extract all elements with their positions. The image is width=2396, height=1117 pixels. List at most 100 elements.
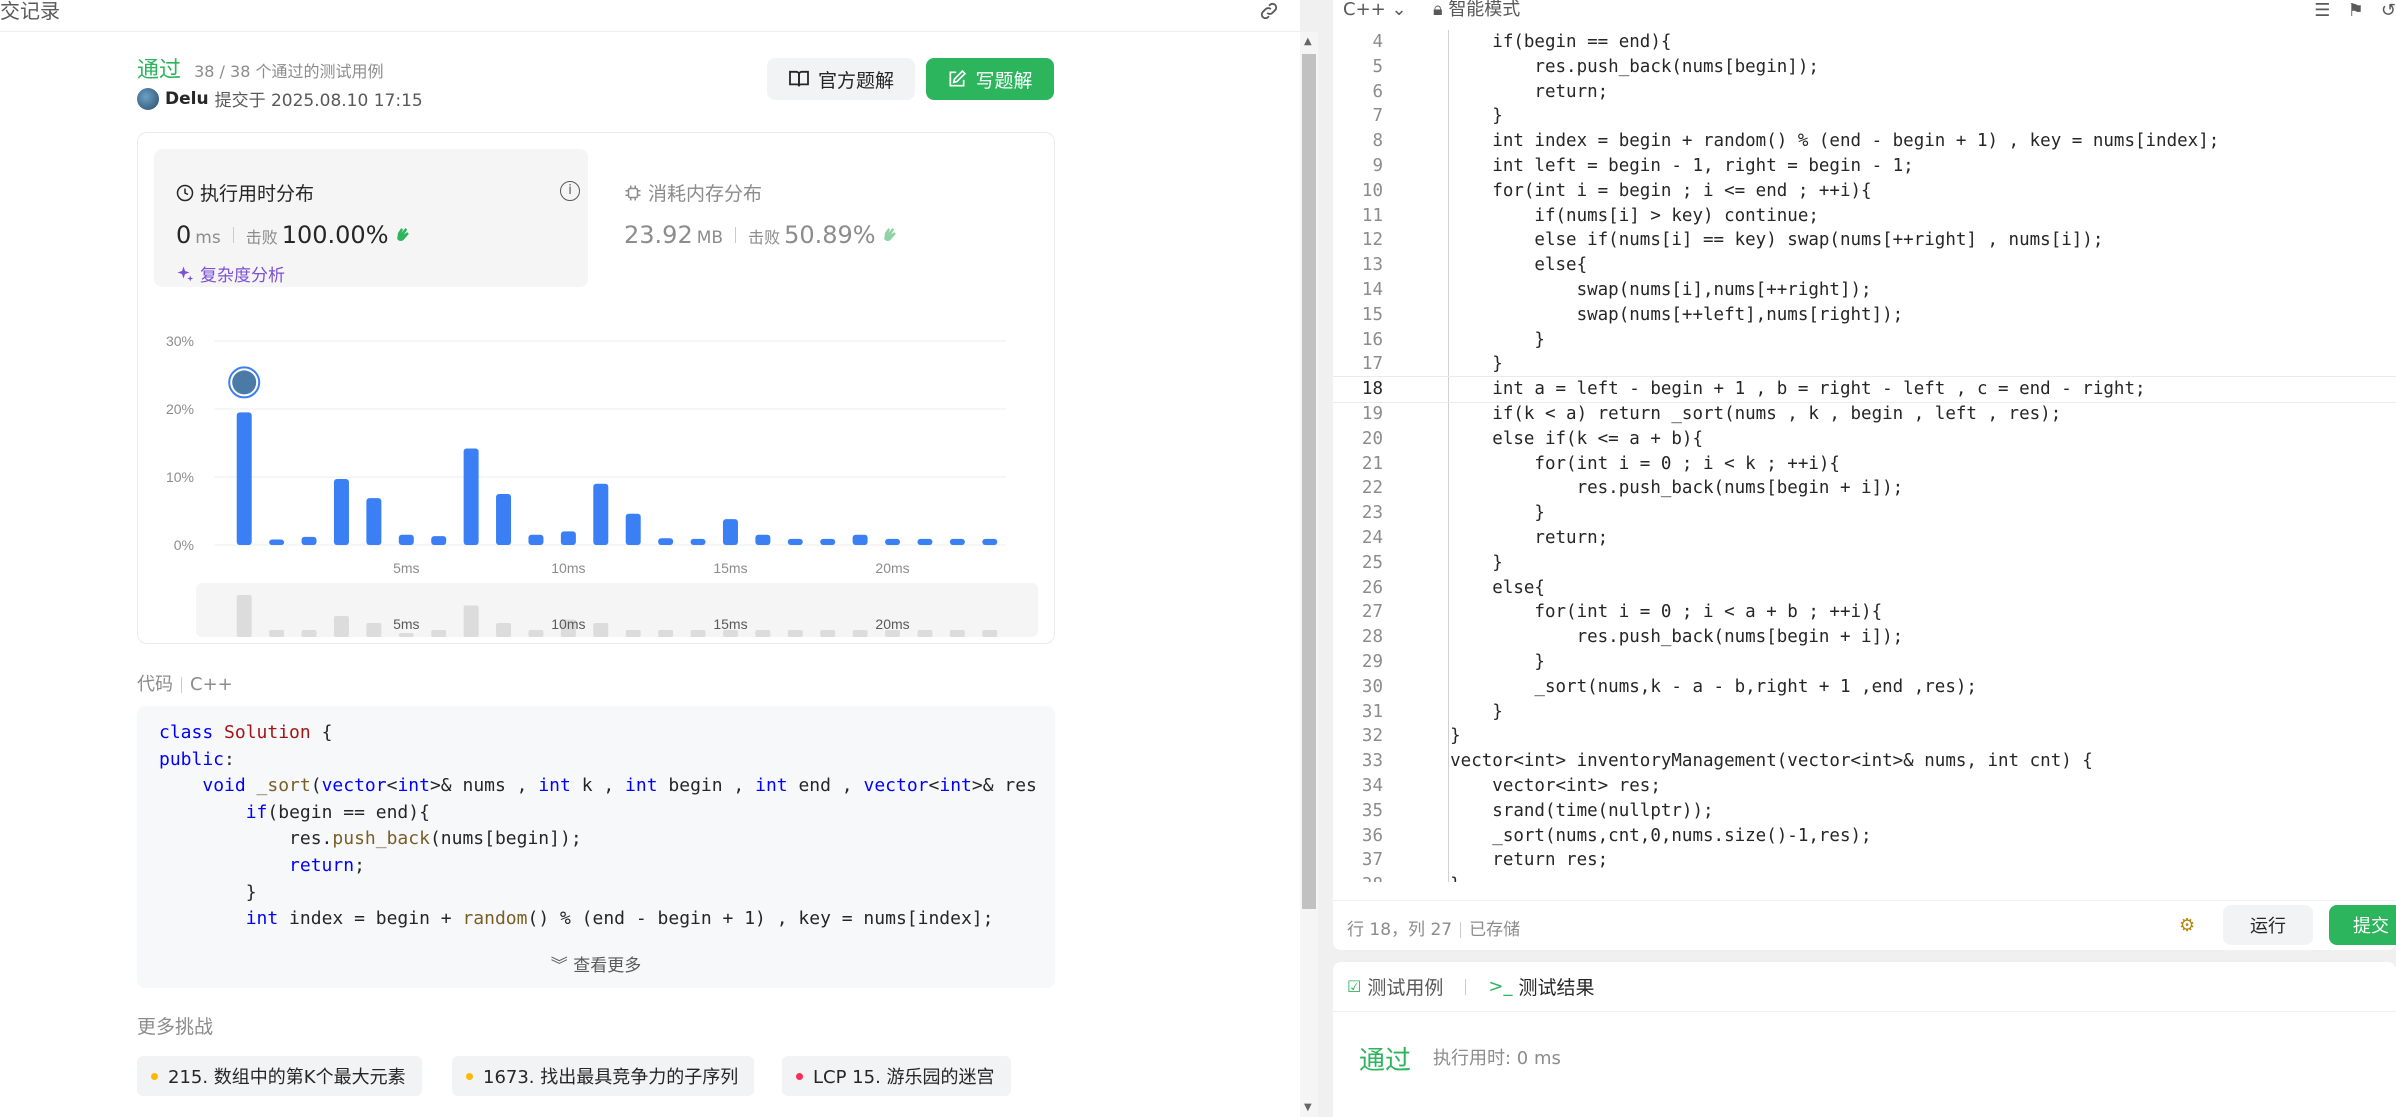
- see-more-button[interactable]: ︾ 查看更多: [137, 951, 1055, 976]
- code-line[interactable]: 12 else if(nums[i] == key) swap(nums[++r…: [1333, 228, 2396, 253]
- runtime-distribution-chart[interactable]: 30% 20% 10% 0% 5ms 10ms 15ms 20ms 5ms 10ms 15ms 20m…: [138, 293, 1056, 645]
- bar[interactable]: [496, 494, 512, 545]
- write-solution-button[interactable]: 写题解: [926, 58, 1054, 100]
- bar[interactable]: [431, 536, 447, 545]
- bar[interactable]: [236, 412, 252, 545]
- memory-box[interactable]: 消耗内存分布 23.92 MB 击败 50.89%: [612, 149, 1032, 287]
- tab-test-cases[interactable]: ☑ 测试用例: [1333, 973, 1457, 1000]
- code-line[interactable]: 28 res.push_back(nums[begin + i]);: [1333, 625, 2396, 650]
- code-line[interactable]: 22 res.push_back(nums[begin + i]);: [1333, 476, 2396, 501]
- scroll-up-icon[interactable]: ▲: [1304, 36, 1312, 47]
- bar[interactable]: [949, 538, 965, 545]
- language-select[interactable]: C++ ⌄: [1343, 0, 1407, 20]
- info-icon[interactable]: i: [560, 181, 580, 201]
- code-line[interactable]: 23 }: [1333, 501, 2396, 526]
- submitted-code-block[interactable]: class Solution { public: void _sort(vect…: [137, 706, 1055, 988]
- code-line[interactable]: 19 if(k < a) return _sort(nums , k , beg…: [1333, 402, 2396, 427]
- code-line[interactable]: 15 swap(nums[++left],nums[right]);: [1333, 303, 2396, 328]
- bar[interactable]: [852, 534, 868, 545]
- code-line[interactable]: 11 if(nums[i] > key) continue;: [1333, 204, 2396, 229]
- code-line[interactable]: 5 res.push_back(nums[begin]);: [1333, 55, 2396, 80]
- overview-bar: [820, 630, 836, 637]
- bar[interactable]: [885, 538, 901, 545]
- avatar[interactable]: [137, 87, 159, 110]
- code-line[interactable]: 8 int index = begin + random() % (end - …: [1333, 129, 2396, 154]
- debug-icon[interactable]: ⚙: [2179, 915, 2195, 936]
- code-line[interactable]: 37 return res;: [1333, 848, 2396, 873]
- code-line[interactable]: 6 return;: [1333, 80, 2396, 105]
- bar[interactable]: [658, 538, 674, 545]
- challenge-chip[interactable]: 215. 数组中的第K个最大元素: [137, 1056, 422, 1096]
- bar[interactable]: [528, 534, 544, 545]
- bar[interactable]: [917, 538, 933, 545]
- bar[interactable]: [982, 538, 998, 545]
- editor-code-area[interactable]: 4 if(begin == end){5 res.push_back(nums[…: [1333, 30, 2396, 882]
- run-button[interactable]: 运行: [2223, 905, 2313, 945]
- line-text: }: [1408, 726, 1461, 747]
- code-line[interactable]: 25 }: [1333, 551, 2396, 576]
- tab-test-result[interactable]: >_ 测试结果: [1474, 973, 1608, 1000]
- code-line[interactable]: 16 }: [1333, 328, 2396, 353]
- line-number: 31: [1361, 701, 1383, 722]
- official-solution-button[interactable]: 官方题解: [767, 58, 915, 100]
- code-line[interactable]: 7 }: [1333, 104, 2396, 129]
- code-line[interactable]: 18 int a = left - begin + 1 , b = right …: [1333, 376, 2396, 403]
- bar[interactable]: [755, 534, 771, 545]
- code-line[interactable]: 20 else if(k <= a + b){: [1333, 427, 2396, 452]
- bar[interactable]: [463, 448, 479, 545]
- smart-mode-toggle[interactable]: 🔒︎ 智能模式: [1433, 0, 1520, 20]
- bar[interactable]: [625, 513, 641, 545]
- bar[interactable]: [593, 483, 609, 545]
- bar[interactable]: [722, 519, 738, 545]
- code-line[interactable]: 32 }: [1333, 724, 2396, 749]
- submit-label: 提交: [2353, 916, 2389, 937]
- bar[interactable]: [366, 498, 382, 545]
- code-line[interactable]: 24 return;: [1333, 526, 2396, 551]
- bar[interactable]: [333, 479, 349, 545]
- complexity-analysis-link[interactable]: 复杂度分析: [176, 261, 285, 286]
- bar[interactable]: [269, 539, 285, 545]
- scroll-thumb[interactable]: [1302, 54, 1316, 909]
- code-line[interactable]: 38 }: [1333, 873, 2396, 882]
- bar[interactable]: [820, 538, 836, 545]
- code-line[interactable]: 30 _sort(nums,k - a - b,right + 1 ,end ,…: [1333, 675, 2396, 700]
- code-line[interactable]: 29 }: [1333, 650, 2396, 675]
- bookmark-icon[interactable]: ⚑: [2348, 0, 2364, 21]
- code-token: :: [224, 748, 235, 770]
- tab-test-cases-label: 测试用例: [1367, 977, 1444, 999]
- code-line[interactable]: 26 else{: [1333, 576, 2396, 601]
- code-line[interactable]: 31 }: [1333, 700, 2396, 725]
- code-line[interactable]: 4 if(begin == end){: [1333, 30, 2396, 55]
- code-line[interactable]: 36 _sort(nums,cnt,0,nums.size()-1,res);: [1333, 824, 2396, 849]
- overview-bar: [463, 605, 479, 637]
- code-line[interactable]: 17 }: [1333, 352, 2396, 377]
- code-line[interactable]: 14 swap(nums[i],nums[++right]);: [1333, 278, 2396, 303]
- scroll-down-icon[interactable]: ▼: [1304, 1102, 1312, 1113]
- challenge-chip[interactable]: LCP 15. 游乐园的迷宫: [782, 1056, 1011, 1096]
- code-token: (begin == end){: [267, 801, 430, 823]
- bar[interactable]: [398, 534, 414, 545]
- code-line[interactable]: 34 vector<int> res;: [1333, 774, 2396, 799]
- runtime-title: 执行用时分布: [176, 179, 314, 206]
- code-line[interactable]: 21 for(int i = 0 ; i < k ; ++i){: [1333, 452, 2396, 477]
- challenge-chip[interactable]: 1673. 找出最具竞争力的子序列: [452, 1056, 755, 1096]
- author-name[interactable]: Delu: [165, 89, 209, 109]
- code-line[interactable]: 13 else{: [1333, 253, 2396, 278]
- runtime-beat-label: 击败: [245, 228, 278, 247]
- submission-status: 通过 38 / 38 个通过的测试用例: [137, 52, 383, 84]
- reset-icon[interactable]: ↺: [2381, 0, 2396, 21]
- bar[interactable]: [787, 538, 803, 545]
- code-line[interactable]: 9 int left = begin - 1, right = begin - …: [1333, 154, 2396, 179]
- code-line[interactable]: 35 srand(time(nullptr));: [1333, 799, 2396, 824]
- left-scrollbar[interactable]: ▲ ▼: [1300, 32, 1318, 1117]
- bar[interactable]: [560, 531, 576, 545]
- runtime-box[interactable]: 执行用时分布 i 0 ms 击败 100.00% 复杂度分析: [154, 149, 588, 287]
- code-line[interactable]: 33 vector<int> inventoryManagement(vecto…: [1333, 749, 2396, 774]
- submit-button[interactable]: 提交: [2329, 905, 2396, 945]
- link-icon[interactable]: [1258, 0, 1280, 22]
- code-line[interactable]: 10 for(int i = begin ; i <= end ; ++i){: [1333, 179, 2396, 204]
- bar[interactable]: [301, 536, 317, 545]
- code-line[interactable]: 27 for(int i = 0 ; i < a + b ; ++i){: [1333, 600, 2396, 625]
- format-icon[interactable]: ☰: [2314, 0, 2330, 21]
- bar[interactable]: [690, 538, 706, 545]
